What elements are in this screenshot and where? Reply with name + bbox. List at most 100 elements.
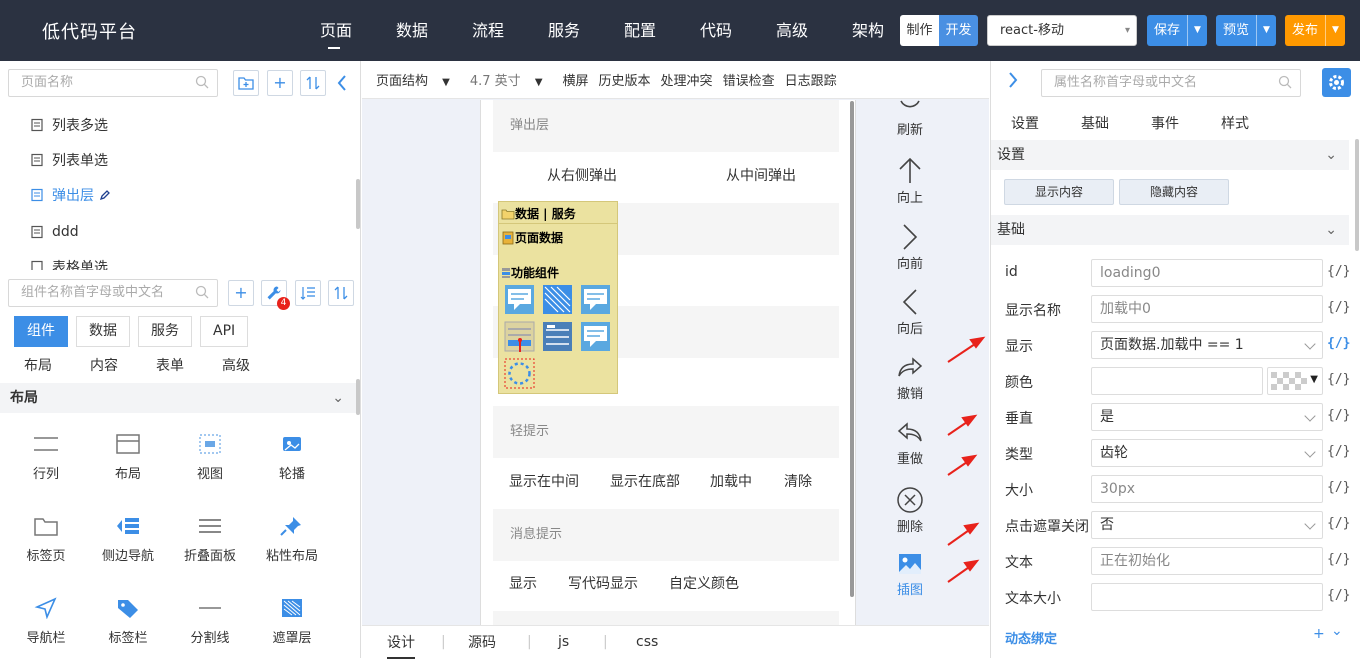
- indent-button[interactable]: [295, 280, 321, 306]
- message-icon[interactable]: [580, 321, 611, 352]
- save-button[interactable]: 保存 ▼: [1147, 15, 1208, 46]
- mode-make-button[interactable]: 制作: [900, 15, 939, 46]
- tab-css[interactable]: css: [636, 634, 658, 650]
- caret-down-icon[interactable]: ▼: [1256, 15, 1276, 46]
- toast-center-button[interactable]: 显示在中间: [509, 471, 579, 491]
- function-components-item[interactable]: 功能组件: [501, 264, 559, 281]
- size-input[interactable]: 30px: [1091, 475, 1323, 503]
- delete-button[interactable]: 删除: [882, 486, 938, 535]
- message-icon[interactable]: [504, 284, 535, 315]
- nav-flow[interactable]: 流程: [450, 0, 526, 61]
- tab-events[interactable]: 事件: [1151, 113, 1179, 133]
- message-icon[interactable]: [580, 284, 611, 315]
- list-icon[interactable]: [542, 321, 573, 352]
- bind-expression-button[interactable]: {/}: [1327, 552, 1350, 567]
- component-row-col[interactable]: 行列: [11, 433, 81, 482]
- overlay-icon[interactable]: [542, 284, 573, 315]
- move-up-button[interactable]: 向上: [882, 157, 938, 206]
- tab-design[interactable]: 设计: [387, 632, 415, 659]
- component-tabs[interactable]: 标签页: [11, 515, 81, 564]
- subtab-advanced[interactable]: 高级: [222, 355, 250, 375]
- component-collapse[interactable]: 折叠面板: [175, 515, 245, 564]
- toast-bottom-button[interactable]: 显示在底部: [610, 471, 680, 491]
- nav-page[interactable]: 页面: [298, 0, 374, 61]
- nav-architecture[interactable]: 架构: [830, 0, 906, 61]
- add-binding-plus-icon[interactable]: +: [1313, 626, 1325, 642]
- mode-dev-button[interactable]: 开发: [939, 15, 978, 46]
- expand-right-icon[interactable]: [1007, 71, 1019, 89]
- page-structure-dropdown[interactable]: 页面结构 ▼: [376, 70, 460, 89]
- visible-select[interactable]: 页面数据.加载中 == 1: [1091, 331, 1323, 359]
- tools-button[interactable]: 4: [261, 280, 290, 310]
- tab-settings[interactable]: 设置: [1011, 113, 1039, 133]
- tab-source[interactable]: 源码: [468, 632, 496, 652]
- close-on-mask-select[interactable]: 否: [1091, 511, 1323, 539]
- error-check-button[interactable]: 错误检查: [723, 70, 775, 89]
- popup-center-button[interactable]: 从中间弹出: [726, 165, 796, 185]
- component-divider[interactable]: 分割线: [175, 597, 245, 646]
- nav-code[interactable]: 代码: [678, 0, 754, 61]
- component-carousel[interactable]: 轮播: [257, 433, 327, 482]
- component-tabbar[interactable]: 标签栏: [93, 597, 163, 646]
- component-overlay[interactable]: 遮罩层: [257, 597, 327, 646]
- nav-config[interactable]: 配置: [602, 0, 678, 61]
- message-show-button[interactable]: 显示: [509, 573, 537, 593]
- page-item[interactable]: 列表多选: [30, 115, 108, 135]
- page-item[interactable]: 表格单选: [30, 257, 108, 270]
- target-select[interactable]: react-移动 ▾: [987, 15, 1137, 46]
- publish-button[interactable]: 发布 ▼: [1285, 15, 1346, 46]
- settings-button[interactable]: [1322, 68, 1351, 97]
- data-service-title[interactable]: 数据 | 服务: [501, 205, 576, 222]
- edit-pencil-icon[interactable]: [99, 189, 111, 201]
- properties-scrollbar[interactable]: [1355, 139, 1359, 251]
- toast-loading-button[interactable]: 加载中: [710, 471, 752, 491]
- tab-data[interactable]: 数据: [76, 316, 130, 347]
- tab-basic[interactable]: 基础: [1081, 113, 1109, 133]
- bind-expression-button-active[interactable]: {/}: [1327, 336, 1350, 351]
- collapse-left-icon[interactable]: [336, 74, 348, 92]
- page-data-item[interactable]: 页面数据: [501, 229, 563, 246]
- settings-section-header[interactable]: 设置 ⌄: [991, 140, 1349, 170]
- add-page-button[interactable]: +: [267, 70, 293, 96]
- bind-expression-button[interactable]: {/}: [1327, 588, 1350, 603]
- bind-expression-button[interactable]: {/}: [1327, 264, 1350, 279]
- insert-image-button[interactable]: 插图: [882, 551, 938, 598]
- page-list-scrollbar[interactable]: [356, 179, 360, 229]
- conflict-button[interactable]: 处理冲突: [661, 70, 713, 89]
- show-content-button[interactable]: 显示内容: [1004, 179, 1114, 205]
- toast-clear-button[interactable]: 清除: [784, 471, 812, 491]
- component-search-input[interactable]: 组件名称首字母或中文名: [8, 279, 218, 307]
- message-code-button[interactable]: 写代码显示: [568, 573, 638, 593]
- tab-services[interactable]: 服务: [138, 316, 192, 347]
- bind-expression-button[interactable]: {/}: [1327, 516, 1350, 531]
- component-side-nav[interactable]: 侧边导航: [93, 515, 163, 564]
- nav-data[interactable]: 数据: [374, 0, 450, 61]
- screen-size-dropdown[interactable]: 4.7 英寸 ▼: [470, 70, 553, 89]
- message-color-button[interactable]: 自定义颜色: [669, 573, 739, 593]
- preview-button[interactable]: 预览 ▼: [1216, 15, 1277, 46]
- popup-right-button[interactable]: 从右侧弹出: [547, 165, 617, 185]
- log-trace-button[interactable]: 日志跟踪: [785, 70, 837, 89]
- bind-expression-button[interactable]: {/}: [1327, 408, 1350, 423]
- text-input[interactable]: 正在初始化: [1091, 547, 1323, 575]
- page-item[interactable]: 列表单选: [30, 150, 108, 170]
- component-view[interactable]: 视图: [175, 433, 245, 482]
- color-picker[interactable]: ▼: [1267, 367, 1323, 395]
- caret-down-icon[interactable]: ▼: [1325, 15, 1345, 46]
- subtab-content[interactable]: 内容: [90, 355, 118, 375]
- chevron-down-icon[interactable]: ⌄: [1331, 623, 1343, 639]
- vertical-select[interactable]: 是: [1091, 403, 1323, 431]
- forward-button[interactable]: 向前: [882, 223, 938, 272]
- landscape-button[interactable]: 横屏: [563, 70, 589, 89]
- page-item[interactable]: ddd: [30, 222, 79, 242]
- add-folder-button[interactable]: [233, 70, 259, 96]
- tab-components[interactable]: 组件: [14, 316, 68, 347]
- hide-content-button[interactable]: 隐藏内容: [1119, 179, 1229, 205]
- subtab-layout[interactable]: 布局: [24, 355, 52, 375]
- undo-button[interactable]: 撤销: [882, 355, 938, 402]
- id-input[interactable]: loading0: [1091, 259, 1323, 287]
- subtab-form[interactable]: 表单: [156, 355, 184, 375]
- type-select[interactable]: 齿轮: [1091, 439, 1323, 467]
- sort-pages-button[interactable]: [300, 70, 326, 96]
- history-button[interactable]: 历史版本: [599, 70, 651, 89]
